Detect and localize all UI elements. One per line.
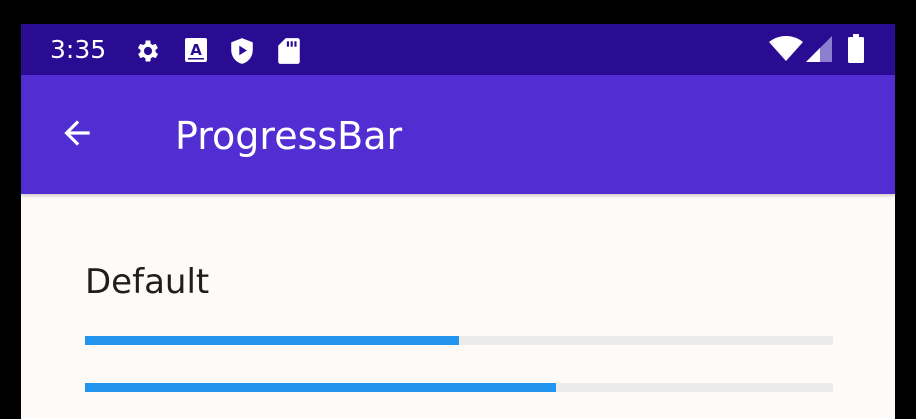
progress-bar-fill	[85, 336, 459, 345]
phone-screen: 3:35 A ProgressBar Default	[21, 24, 895, 419]
progress-bar-fill	[85, 383, 557, 392]
battery-icon	[848, 34, 864, 68]
status-bar: 3:35 A	[21, 24, 895, 75]
back-button[interactable]	[51, 109, 103, 161]
page-title: ProgressBar	[175, 114, 403, 158]
svg-text:A: A	[190, 41, 202, 59]
arrow-back-icon	[58, 114, 96, 156]
progress-bar-2	[85, 383, 833, 392]
a-notification-icon: A	[184, 37, 208, 67]
app-bar: ProgressBar	[21, 75, 895, 194]
sd-card-icon	[277, 37, 301, 69]
section-label-default: Default	[85, 262, 210, 302]
gear-icon	[134, 37, 162, 69]
progress-bar-1	[85, 336, 833, 345]
signal-icon	[806, 36, 832, 66]
status-time: 3:35	[50, 35, 107, 64]
wifi-icon	[769, 36, 803, 66]
shield-play-icon	[229, 37, 255, 69]
